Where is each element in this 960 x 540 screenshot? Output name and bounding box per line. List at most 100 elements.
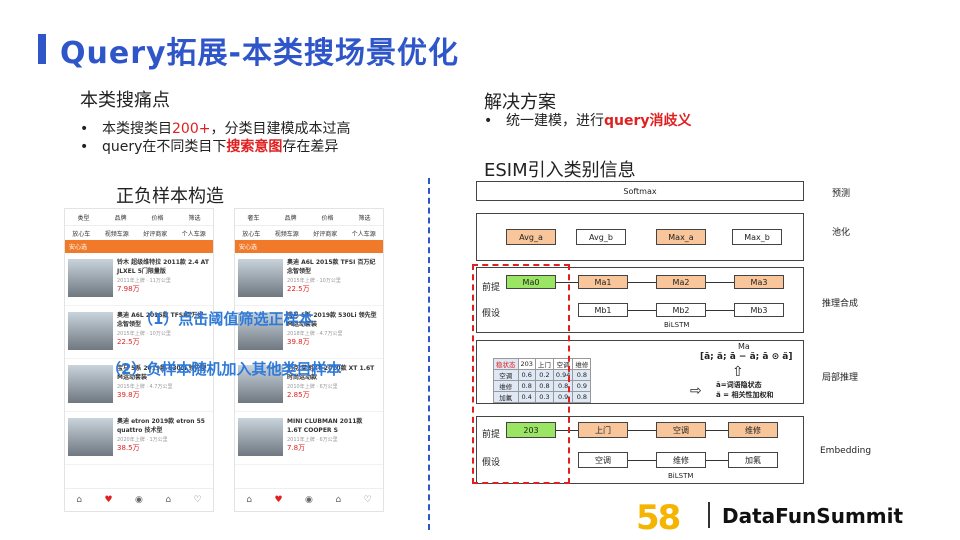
filter-price: 价格 (321, 214, 334, 222)
car-icon: ♥ (104, 495, 113, 505)
tag: 放心车 (72, 230, 91, 238)
profile-icon: ♡ (193, 495, 202, 505)
esim-heading: ESIM引入类别信息 (484, 160, 636, 181)
layer-label-predict: 预测 (832, 189, 851, 199)
word-cell: 加氟 (728, 452, 778, 468)
filter-bar: 类型 品牌 价格 筛选 (65, 209, 213, 226)
word-cell: 维修 (728, 422, 778, 438)
formula-label: Ma (738, 342, 750, 351)
ma2-cell: Ma2 (656, 275, 706, 289)
logo-datafunsummit: DataFunSummit (722, 504, 904, 528)
tag: 好评商家 (143, 230, 168, 238)
car-meta: 2018年上牌 · 4.7万公里 (287, 331, 343, 337)
filter-brand: 品牌 (284, 214, 297, 222)
overlay-positive-sample: （1）点击阈值筛选正样本 (138, 310, 314, 328)
car-meta: 2015年上牌 · 10万公里 (287, 278, 341, 284)
filter-more: 筛选 (188, 214, 201, 222)
bilstm-label: BiLSTM (664, 321, 690, 329)
tag: 视频车源 (274, 230, 299, 238)
table-cell: 0.9 (572, 380, 592, 392)
car-name: 奥迪 etron 2019款 etron 55 quattro 技术型 (117, 418, 205, 434)
car-name: 奥迪 A6L 2015款 TFSI 百万纪念智领型 (287, 259, 376, 275)
car-price: 22.5万 (117, 338, 140, 346)
note-hidden-state: ā=词语隐状态 (716, 381, 762, 389)
bilstm-label: BiLSTM (668, 472, 694, 480)
list-item: 铃木 超级维特拉 2011款 2.4 AT JLXEL 5门限量版 2011年上牌… (65, 253, 213, 306)
car-image (68, 312, 113, 350)
mb2-cell: Mb2 (656, 303, 706, 317)
tag: 视频车源 (104, 230, 129, 238)
tag: 好评商家 (313, 230, 338, 238)
banner: 安心选 (235, 240, 383, 253)
arrow (706, 310, 734, 311)
bottom-nav: ⌂ ♥ ◉ ⌂ ♡ (235, 488, 383, 511)
sell-icon: ◉ (135, 495, 143, 505)
list-item: 奥迪 A6L 2015款 TFSI 百万纪念智领型 2015年上牌 · 10万公里… (235, 253, 383, 306)
car-image (238, 259, 283, 297)
solution-bullet: • 统一建模，进行query消歧义 (484, 113, 692, 129)
car-image (68, 418, 113, 456)
profile-icon: ♡ (363, 495, 372, 505)
page-title: Query拓展-本类搜场景优化 (60, 36, 460, 71)
category-highlight-box (472, 264, 570, 484)
arrow (706, 430, 728, 431)
list-item: 奥迪 etron 2019款 etron 55 quattro 技术型 2020年… (65, 412, 213, 465)
pain-bullet-2: • query在不同类目下搜索意图存在差异 (80, 139, 339, 155)
car-price: 39.8万 (117, 391, 140, 399)
mb3-cell: Mb3 (734, 303, 784, 317)
home-icon: ⌂ (76, 495, 82, 505)
tag-bar: 放心车 视频车源 好评商家 个人车源 (235, 226, 383, 240)
title-accent-bar (38, 34, 46, 64)
list-item: MINI CLUBMAN 2011款 1.6T COOPER S 2011年上牌 … (235, 412, 383, 465)
car-meta: 2020年上牌 · 1万公里 (117, 437, 168, 443)
home-icon: ⌂ (246, 495, 252, 505)
up-arrow-icon: ⇧ (732, 364, 744, 380)
car-meta: 2015年上牌 · 4.7万公里 (117, 384, 173, 390)
pain-heading: 本类搜痛点 (80, 90, 170, 111)
arrow (706, 460, 728, 461)
car-price: 2.85万 (287, 391, 310, 399)
filter-type: 类型 (77, 214, 90, 222)
pain-bullet-1: • 本类搜类目200+，分类目建模成本过高 (80, 121, 351, 137)
sample-heading: 正负样本构造 (116, 186, 224, 207)
ma1-cell: Ma1 (578, 275, 628, 289)
arrow (706, 282, 734, 283)
car-image (238, 418, 283, 456)
arrow (628, 282, 656, 283)
banner: 安心选 (65, 240, 213, 253)
right-arrow-icon: ⇨ (690, 383, 702, 399)
sell-icon: ◉ (305, 495, 313, 505)
table-cell: 0.8 (572, 369, 592, 381)
message-icon: ⌂ (165, 495, 172, 505)
logo-divider (708, 502, 710, 528)
filter-brand: 品牌 (114, 214, 127, 222)
tag: 个人车源 (351, 230, 376, 238)
table-cell: 维修 (572, 358, 592, 370)
layer-label-composition: 推理合成 (822, 299, 859, 309)
tag: 放心车 (242, 230, 261, 238)
formula: [ā; ã; ā − ã; ā ⊙ ã] (700, 352, 793, 362)
car-price: 7.98万 (117, 285, 140, 293)
car-meta: 2011年上牌 · 11万公里 (117, 278, 171, 284)
word-cell: 上门 (578, 422, 628, 438)
softmax-layer: Softmax (476, 181, 804, 201)
tag-bar: 放心车 视频车源 好评商家 个人车源 (65, 226, 213, 240)
car-price: 7.8万 (287, 444, 306, 452)
car-icon: ♥ (274, 495, 283, 505)
car-image (68, 259, 113, 297)
car-price: 22.5万 (287, 285, 310, 293)
filter-price: 价格 (151, 214, 164, 222)
car-name: MINI CLUBMAN 2011款 1.6T COOPER S (287, 418, 363, 434)
filter-type: 奢车 (247, 214, 260, 222)
car-meta: 2011年上牌 · 6万公里 (287, 437, 338, 443)
layer-label-pooling: 池化 (832, 228, 851, 238)
car-name: 铃木 超级维特拉 2011款 2.4 AT JLXEL 5门限量版 (117, 259, 209, 275)
column-divider (428, 178, 430, 530)
arrow (628, 310, 656, 311)
car-meta: 2010年上牌 · 6万公里 (287, 384, 338, 390)
car-price: 39.8万 (287, 338, 310, 346)
max-a-cell: Max_a (656, 229, 706, 245)
ma3-cell: Ma3 (734, 275, 784, 289)
logo-58: 58 (636, 498, 681, 538)
word-cell: 空调 (578, 452, 628, 468)
